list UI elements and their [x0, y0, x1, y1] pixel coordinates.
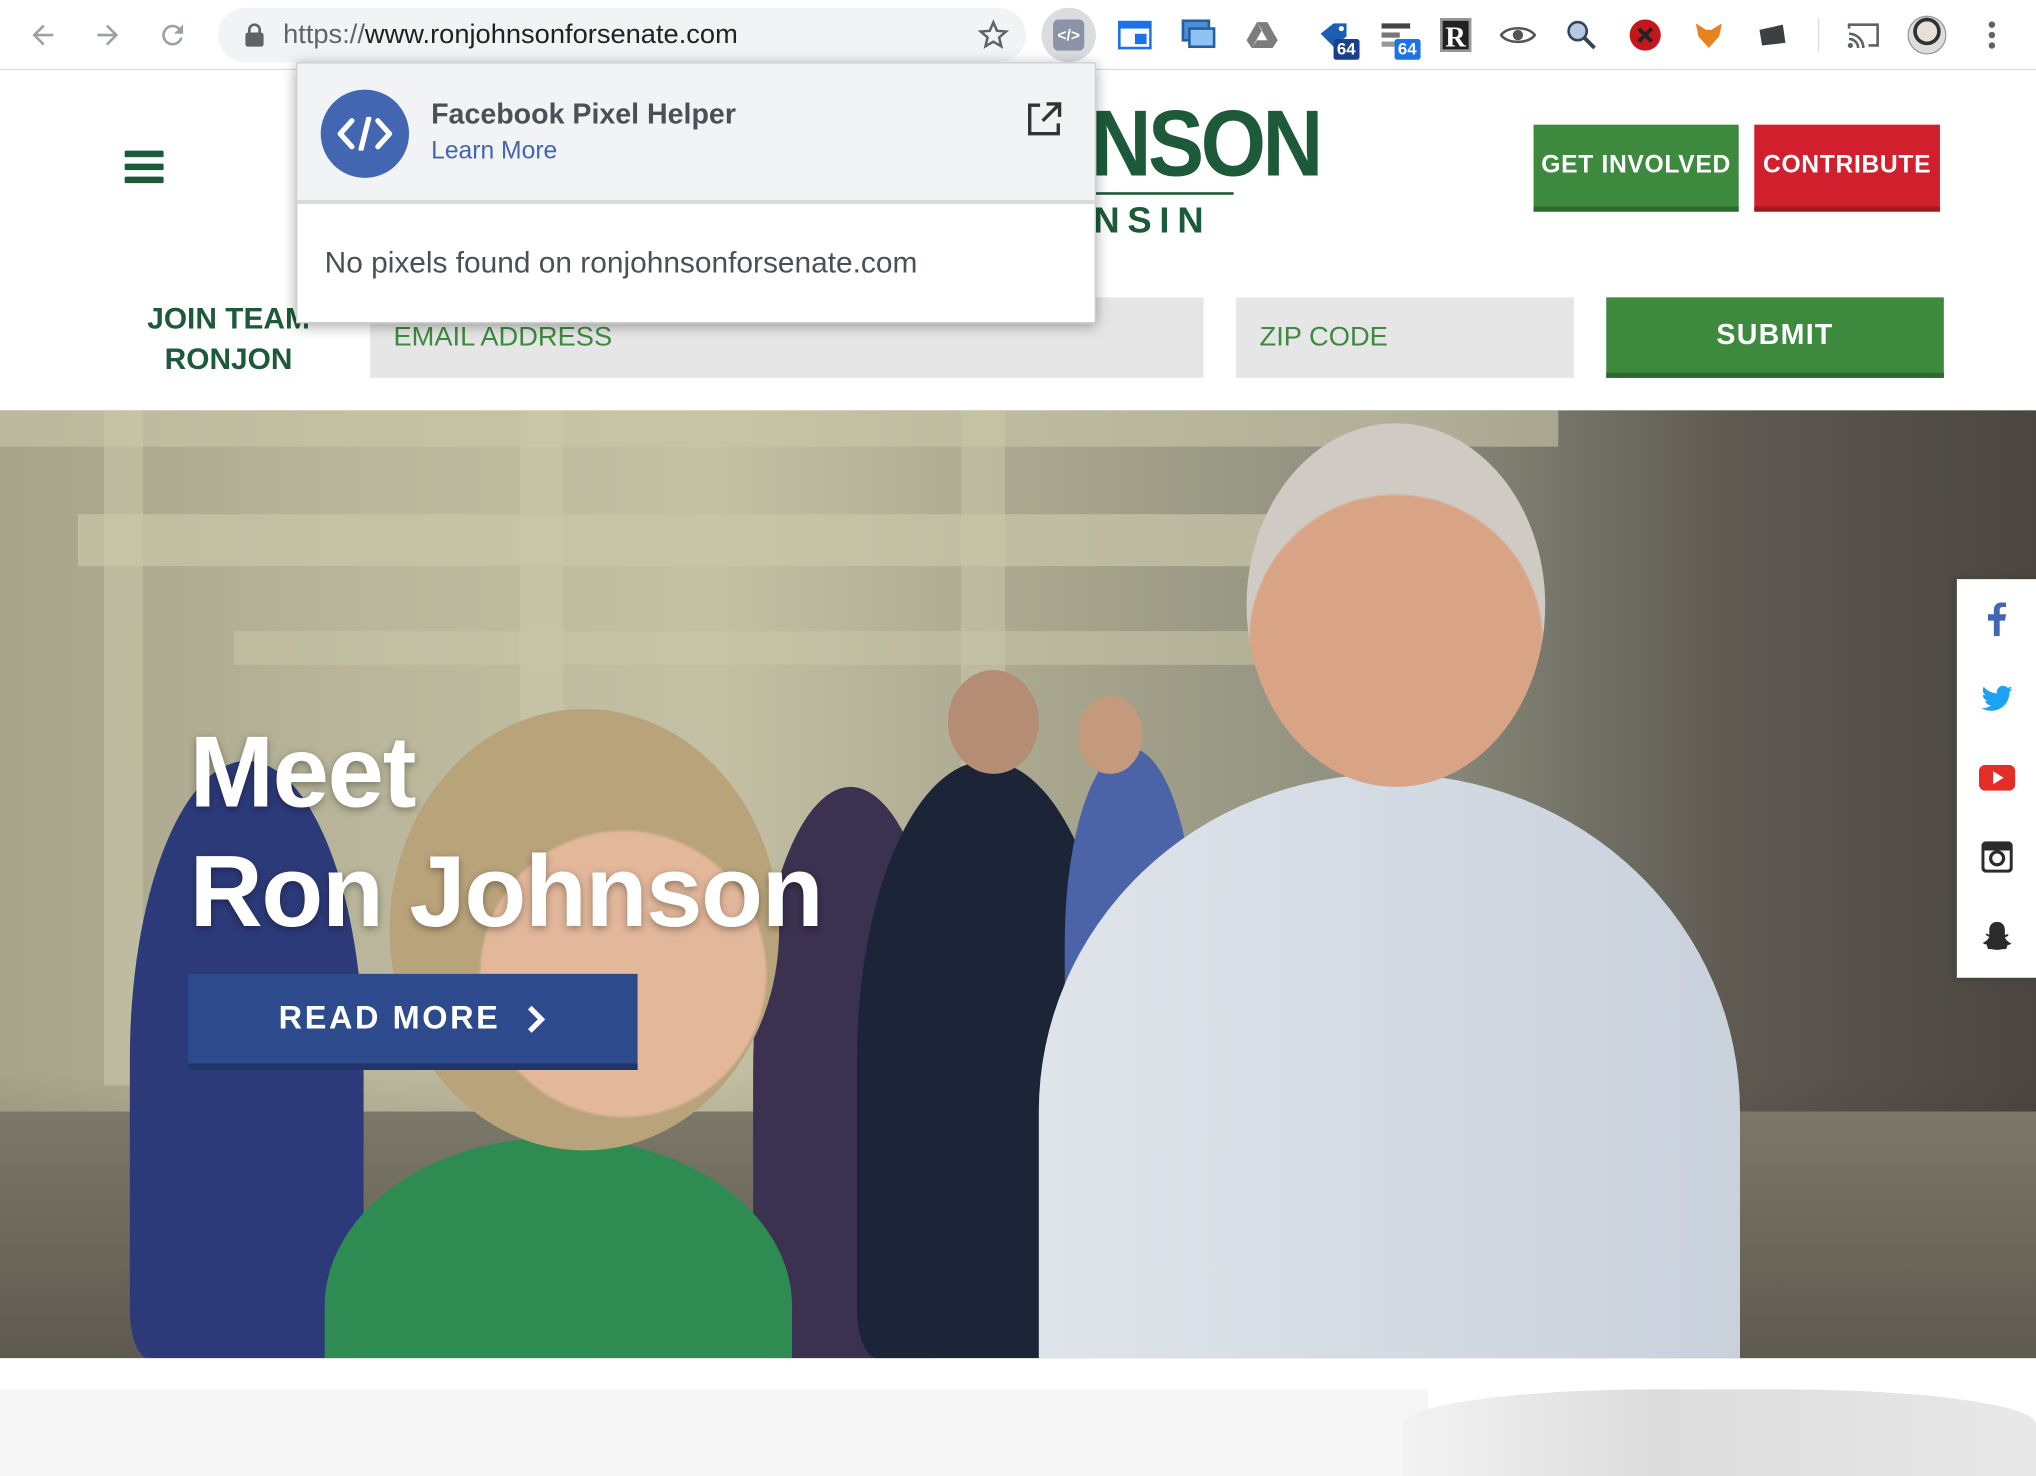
logo-subtitle: NSIN: [1093, 199, 1212, 241]
network-extension-button[interactable]: 64: [1374, 13, 1421, 60]
bookmark-star-icon[interactable]: [976, 18, 1010, 52]
eye-extension-button[interactable]: [1496, 13, 1540, 57]
forward-arrow-icon: [97, 24, 119, 46]
profile-button[interactable]: [1905, 13, 1949, 57]
read-more-label: READ MORE: [278, 999, 501, 1037]
address-bar[interactable]: https://www.ronjohnsonforsenate.com: [218, 7, 1026, 63]
url-scheme: https://: [283, 19, 365, 50]
url-host: www.ronjohnsonforsenate.com: [364, 19, 738, 50]
facebook-link[interactable]: [1957, 579, 2036, 658]
eye-icon: [1499, 26, 1537, 44]
popup-header: Facebook Pixel Helper Learn More: [297, 63, 1095, 204]
r-extension-button[interactable]: R: [1434, 13, 1478, 57]
facebook-icon: [1987, 601, 2006, 636]
social-sidebar: [1956, 579, 2036, 978]
join-line-1: JOIN TEAM: [147, 301, 310, 336]
back-button[interactable]: [21, 13, 65, 57]
twitter-icon: [1980, 685, 2013, 711]
magnifier-extension-button[interactable]: [1559, 13, 1603, 57]
learn-more-link[interactable]: Learn More: [431, 138, 557, 167]
open-external-icon[interactable]: [1025, 100, 1064, 139]
hero-title-line-2: Ron Johnson: [189, 833, 824, 948]
magnifier-icon: [1567, 20, 1596, 50]
join-team-label: JOIN TEAM RONJON: [138, 299, 320, 380]
cast-icon: [1847, 23, 1879, 49]
chevron-right-icon: [528, 1005, 546, 1033]
man-head: [1246, 423, 1546, 787]
hero-beam: [233, 631, 1403, 665]
folder-extension-button[interactable]: [1750, 13, 1794, 57]
tree-background-image: [1402, 1389, 2036, 1476]
read-more-button[interactable]: READ MORE: [188, 973, 638, 1070]
menu-button[interactable]: [1970, 13, 2014, 57]
pixel-helper-popup: Facebook Pixel Helper Learn More No pixe…: [296, 62, 1096, 324]
drive-icon: [1246, 22, 1278, 49]
instagram-icon: [1980, 840, 2013, 872]
youtube-icon: [1978, 764, 2015, 791]
fox-extension-button[interactable]: [1687, 13, 1731, 57]
window-extension-button[interactable]: [1113, 13, 1157, 57]
join-line-2: RONJON: [164, 341, 293, 376]
kebab-menu-icon: [1988, 21, 1996, 49]
snapchat-icon: [1982, 921, 2011, 950]
r-icon: R: [1440, 18, 1472, 53]
screen: https://www.ronjohnsonforsenate.com </> …: [0, 0, 2036, 1476]
screens-extension-button[interactable]: [1176, 13, 1220, 57]
hero-title-line-1: Meet: [189, 714, 417, 829]
get-involved-button[interactable]: GET INVOLVED: [1533, 124, 1739, 212]
email-input[interactable]: [393, 322, 1181, 354]
code-brackets-icon: [337, 116, 393, 151]
fox-icon: [1695, 23, 1722, 49]
zip-input[interactable]: [1259, 322, 1551, 354]
next-section: [0, 1358, 2036, 1476]
hero-title: Meet Ron Johnson: [189, 712, 824, 951]
blocker-extension-button[interactable]: [1623, 13, 1667, 57]
reload-icon: [162, 24, 184, 46]
blocker-icon: [1629, 19, 1661, 51]
pixel-helper-logo-icon: [320, 89, 410, 178]
network-badge: 64: [1393, 38, 1421, 60]
snapchat-link[interactable]: [1957, 896, 2036, 975]
hero-beam: [0, 410, 1559, 447]
logo-rule: [1093, 192, 1234, 195]
youtube-link[interactable]: [1957, 738, 2036, 817]
zip-field[interactable]: [1236, 297, 1574, 378]
back-arrow-icon: [32, 24, 54, 46]
crowd-head: [1077, 695, 1143, 774]
screens-icon: [1181, 19, 1216, 49]
popup-message: No pixels found on ronjohnsonforsenate.c…: [324, 245, 918, 280]
drive-extension-button[interactable]: [1240, 13, 1284, 57]
submit-button[interactable]: SUBMIT: [1606, 297, 1944, 378]
crowd-head: [947, 670, 1039, 774]
browser-toolbar: https://www.ronjohnsonforsenate.com </> …: [0, 0, 2036, 71]
section-band: [0, 1389, 1429, 1476]
url-text: https://www.ronjohnsonforsenate.com: [283, 19, 738, 50]
folder-icon: [1759, 24, 1786, 46]
twitter-link[interactable]: [1957, 658, 2036, 737]
reload-button[interactable]: [151, 13, 195, 57]
instagram-link[interactable]: [1957, 817, 2036, 896]
window-icon: [1118, 20, 1152, 50]
tag-extension-button[interactable]: 64: [1313, 13, 1360, 60]
tag-badge: 64: [1332, 38, 1360, 60]
contribute-button[interactable]: CONTRIBUTE: [1754, 124, 1940, 212]
hero-banner: Meet Ron Johnson READ MORE: [0, 410, 2036, 1359]
pixel-helper-icon: </>: [1053, 19, 1085, 51]
forward-button[interactable]: [86, 13, 130, 57]
lock-icon: [245, 23, 264, 47]
cast-button[interactable]: [1841, 13, 1885, 57]
hamburger-menu-icon[interactable]: [124, 150, 164, 185]
pixel-helper-extension-button[interactable]: </>: [1041, 7, 1096, 63]
profile-avatar: [1907, 15, 1947, 55]
site-logo[interactable]: NSON: [1091, 91, 1324, 197]
toolbar-separator: [1817, 18, 1820, 52]
popup-title: Facebook Pixel Helper: [431, 97, 736, 130]
